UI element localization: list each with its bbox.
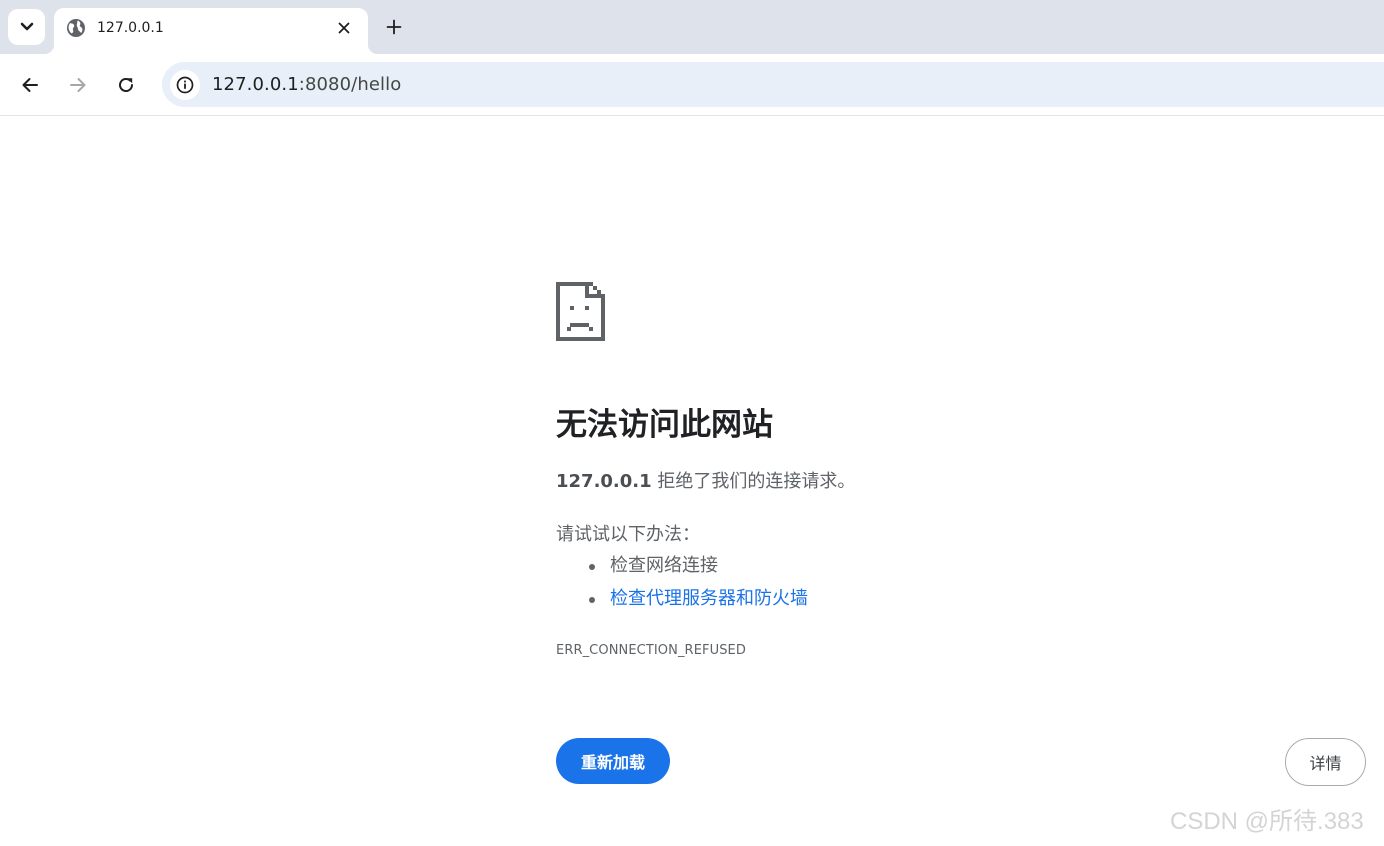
details-button[interactable]: 详情	[1285, 738, 1366, 786]
suggestions-list: 检查网络连接 检查代理服务器和防火墙	[556, 553, 808, 619]
reload-toolbar-button[interactable]	[110, 69, 142, 101]
arrow-right-icon	[70, 78, 86, 92]
reload-button[interactable]: 重新加载	[556, 738, 670, 784]
info-icon	[176, 76, 194, 94]
url-path: :8080/hello	[298, 74, 402, 95]
browser-toolbar: 127.0.0.1:8080/hello	[0, 54, 1384, 116]
suggestions-heading: 请试试以下办法：	[556, 524, 700, 545]
tab-close-button[interactable]	[334, 18, 354, 38]
tab-search-button[interactable]	[8, 9, 45, 45]
error-description: 127.0.0.1 拒绝了我们的连接请求。	[556, 469, 855, 495]
chevron-down-icon	[20, 22, 33, 31]
arrow-left-icon	[22, 78, 38, 92]
url-text[interactable]: 127.0.0.1:8080/hello	[212, 73, 401, 97]
close-icon	[338, 22, 350, 34]
tab-title: 127.0.0.1	[97, 20, 164, 36]
suggestion-check-proxy-link[interactable]: 检查代理服务器和防火墙	[556, 586, 808, 619]
sad-page-icon	[556, 282, 605, 341]
tab-strip: 127.0.0.1	[0, 0, 1384, 54]
active-tab[interactable]: 127.0.0.1	[44, 8, 378, 54]
error-host: 127.0.0.1	[556, 471, 652, 492]
new-tab-button[interactable]	[380, 13, 408, 41]
forward-button[interactable]	[62, 69, 94, 101]
error-title: 无法访问此网站	[556, 407, 773, 443]
site-info-button[interactable]	[170, 70, 200, 100]
reload-icon	[119, 78, 133, 92]
address-bar[interactable]: 127.0.0.1:8080/hello	[162, 62, 1384, 107]
error-message: 拒绝了我们的连接请求。	[651, 471, 856, 492]
globe-icon	[67, 19, 85, 37]
suggestion-check-network: 检查网络连接	[556, 553, 808, 586]
plus-icon	[386, 19, 402, 35]
back-button[interactable]	[14, 69, 46, 101]
url-host: 127.0.0.1	[212, 74, 299, 95]
watermark: CSDN @所待.383	[1170, 808, 1364, 835]
error-code: ERR_CONNECTION_REFUSED	[556, 643, 746, 658]
